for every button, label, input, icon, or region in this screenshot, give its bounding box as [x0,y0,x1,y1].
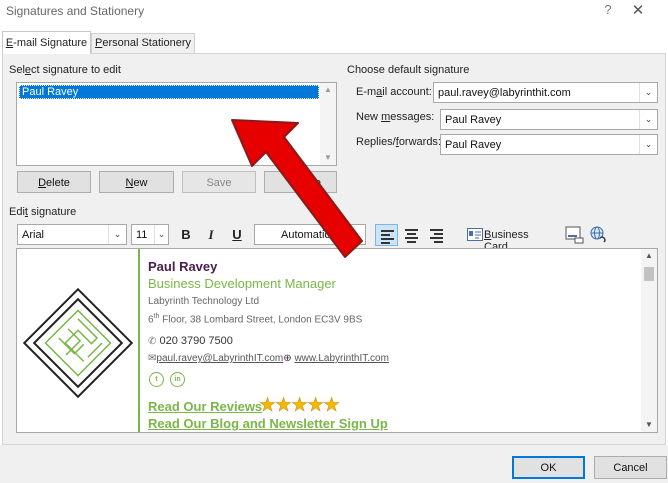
close-icon[interactable]: ✕ [627,1,649,19]
website-link[interactable]: www.LabyrinthIT.com [294,353,388,364]
insert-hyperlink-button[interactable] [588,224,610,245]
italic-button[interactable]: I [200,224,222,245]
signature-list-item[interactable]: Paul Ravey [19,85,319,99]
scroll-down-icon[interactable]: ▼ [641,418,657,432]
choose-default-label: Choose default signature [347,64,470,76]
title-bar: Signatures and Stationery ? ✕ [0,0,668,22]
window-title: Signatures and Stationery [6,4,145,18]
tab-email-signature[interactable]: E-mail Signature [2,31,91,54]
email-link[interactable]: paul.ravey@LabyrinthIT.com [156,353,283,364]
replies-forwards-label: Replies/forwards: [356,136,441,148]
tab-strip: E-mail Signature Personal Stationery [0,31,668,54]
signature-editor[interactable]: Paul Ravey Business Development Manager … [16,248,658,433]
company-logo [17,249,138,432]
align-left-button[interactable] [375,224,398,246]
scroll-down-icon[interactable]: ▼ [320,151,336,165]
scroll-up-icon[interactable]: ▲ [320,83,336,97]
scroll-up-icon[interactable]: ▲ [641,249,657,263]
new-messages-label: New messages: [356,111,435,123]
business-card-button[interactable]: Business Card [459,224,554,253]
chevron-down-icon[interactable]: ⌄ [347,225,365,244]
phone-icon: ✆ [148,336,157,347]
signature-phone: ✆ 020 3790 7500 [148,335,233,347]
signature-job-title: Business Development Manager [148,276,336,291]
new-messages-select[interactable]: Paul Ravey ⌄ [440,109,658,130]
select-signature-label: Select signature to edit [9,64,121,76]
signature-name: Paul Ravey [148,259,218,274]
save-button[interactable]: Save [182,171,256,193]
scroll-thumb[interactable] [644,267,654,281]
picture-icon [565,226,584,244]
edit-signature-label: Edit signature [9,206,77,218]
chevron-down-icon[interactable]: ⌄ [154,225,168,244]
signature-contacts: ✉paul.ravey@LabyrinthIT.com⊕ www.Labyrin… [148,353,389,364]
email-account-label: E-mail account: [356,86,432,98]
delete-button[interactable]: Delete [17,171,91,193]
chevron-down-icon[interactable]: ⌄ [639,110,657,129]
twitter-icon[interactable]: t [149,372,164,387]
chevron-down-icon[interactable]: ⌄ [639,135,657,154]
editor-scrollbar[interactable]: ▲ ▼ [641,249,657,432]
email-account-select[interactable]: paul.ravey@labyrinthit.com ⌄ [433,82,658,103]
underline-button[interactable]: U [226,224,248,245]
replies-forwards-select[interactable]: Paul Ravey ⌄ [440,134,658,155]
bold-button[interactable]: B [175,224,197,245]
rating-stars-icon: ★★★★★ [259,395,341,417]
align-right-button[interactable] [425,224,448,246]
signature-address: 6th Floor, 38 Lombard Street, London EC3… [148,313,363,326]
business-card-icon [467,228,483,241]
tab-personal-stationery[interactable]: Personal Stationery [91,33,195,53]
labyrinth-logo-icon [22,287,134,399]
hyperlink-icon [590,226,606,243]
font-select[interactable]: Arial ⌄ [17,224,127,245]
blog-link[interactable]: Read Our Blog and Newsletter Sign Up [148,416,388,431]
font-size-select[interactable]: 11 ⌄ [131,224,169,245]
chevron-down-icon[interactable]: ⌄ [108,225,126,244]
font-color-select[interactable]: Automatic ⌄ [254,224,366,245]
insert-picture-button[interactable] [563,224,585,245]
linkedin-icon[interactable]: in [170,372,185,387]
rename-button[interactable]: me [264,171,337,193]
help-icon[interactable]: ? [601,2,615,17]
globe-icon: ⊕ [283,353,292,364]
new-button[interactable]: New [99,171,174,193]
chevron-down-icon[interactable]: ⌄ [639,83,657,102]
signature-company: Labyrinth Technology Ltd [148,296,260,307]
ok-button[interactable]: OK [512,456,585,479]
align-center-button[interactable] [400,224,423,246]
signature-list-scrollbar[interactable]: ▲ ▼ [320,83,336,165]
reviews-link[interactable]: Read Our Reviews [148,399,262,414]
cancel-button[interactable]: Cancel [594,456,667,479]
signature-list[interactable]: Paul Ravey ▲ ▼ [16,82,337,166]
signature-divider [138,249,140,432]
